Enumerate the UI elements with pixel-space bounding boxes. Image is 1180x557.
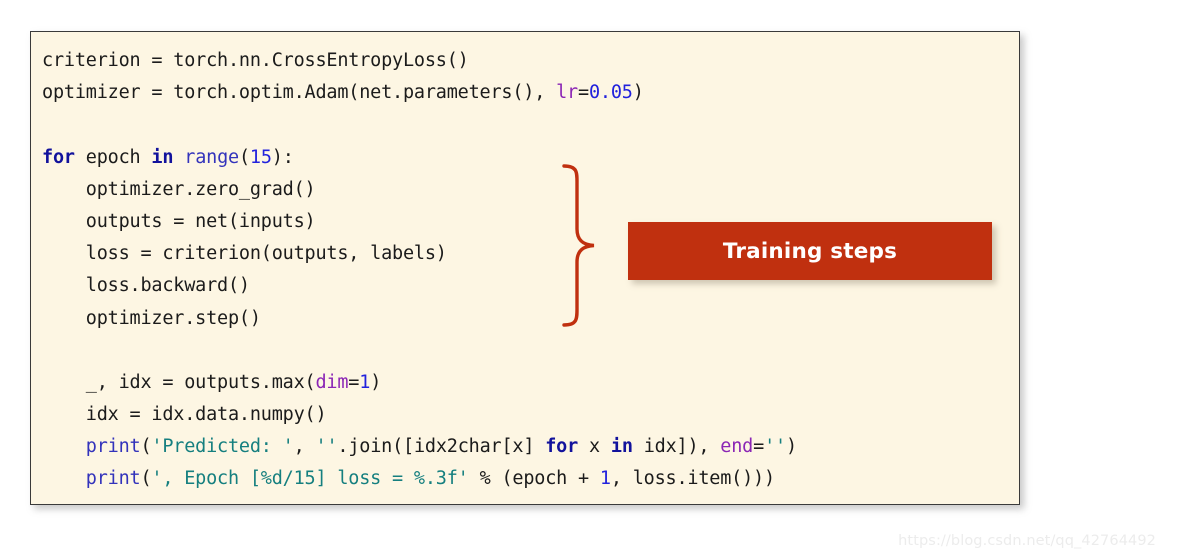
code-token-plain: ) [632, 82, 644, 104]
code-token-builtin: print [85, 468, 141, 490]
code-token-plain: idx = idx.data.numpy() [42, 404, 327, 426]
code-token-plain: loss = criterion(outputs, labels) [42, 243, 447, 265]
training-steps-banner: Training steps [628, 222, 992, 280]
code-token-plain: x [578, 436, 611, 458]
code-token-plain: , [293, 436, 316, 458]
code-token-plain: optimizer.step() [42, 307, 261, 329]
code-token-op: = [753, 436, 765, 458]
code-token-plain: , loss.item())) [610, 468, 775, 490]
code-token-num: 0.05 [588, 82, 633, 104]
code-line: optimizer.step() [42, 302, 797, 334]
code-token-str: ', Epoch [%d/15] loss = %.3f' [151, 468, 469, 490]
code-token-str: 'Predicted: ' [151, 436, 294, 458]
code-token-plain: loss.backward() [42, 275, 250, 297]
code-token-plain: % (epoch + [468, 468, 600, 490]
code-token-kwarg: lr [556, 82, 578, 104]
code-token-plain: outputs = net(inputs) [42, 210, 316, 232]
code-token-kw: in [151, 146, 174, 168]
code-token-num: 1 [359, 371, 371, 393]
watermark-text: https://blog.csdn.net/qq_42764492 [898, 533, 1156, 549]
code-token-plain: ( [140, 436, 152, 458]
code-token-plain: ( [238, 146, 250, 168]
code-token-plain: epoch [74, 146, 152, 168]
code-token-plain: criterion = torch.nn.CrossEntropyLoss() [42, 50, 469, 71]
code-token-op: = [348, 371, 360, 393]
code-token-plain: .join([idx2char[x] [337, 436, 546, 458]
code-token-plain: ( [140, 468, 152, 490]
code-token-kw: for [545, 436, 579, 458]
code-token-str: '' [764, 436, 786, 458]
code-line: optimizer.zero_grad() [42, 173, 797, 205]
code-token-num: 1 [599, 468, 611, 490]
code-token-op: = [577, 82, 589, 104]
code-token-plain: ) [785, 436, 797, 458]
code-line: print('Predicted: ', ''.join([idx2char[x… [42, 430, 797, 462]
code-token-kwarg: dim [315, 371, 349, 393]
code-token-kw: for [42, 146, 75, 168]
code-token-num: 15 [249, 146, 272, 168]
code-token-builtin: range [184, 146, 239, 168]
code-line: idx = idx.data.numpy() [42, 398, 797, 430]
code-token-kwarg: end [720, 436, 754, 458]
code-token-plain: optimizer = torch.optim.Adam(net.paramet… [42, 82, 557, 104]
code-line: print(', Epoch [%d/15] loss = %.3f' % (e… [42, 462, 797, 494]
code-line: optimizer = torch.optim.Adam(net.paramet… [42, 76, 797, 108]
code-token-builtin: print [85, 436, 141, 458]
code-line: _, idx = outputs.max(dim=1) [42, 366, 797, 398]
code-token-str: '' [315, 436, 338, 458]
code-token-plain: optimizer.zero_grad() [42, 178, 316, 200]
code-token-plain: ): [271, 146, 294, 168]
code-line: for epoch in range(15): [42, 141, 797, 173]
code-token-kw: in [610, 436, 633, 458]
code-token-plain: idx]), [632, 436, 721, 458]
code-line: criterion = torch.nn.CrossEntropyLoss() [42, 44, 797, 76]
training-steps-label: Training steps [722, 238, 898, 264]
code-token-plain: ) [370, 371, 382, 393]
code-token-plain: _, idx = outputs.max( [42, 371, 316, 393]
